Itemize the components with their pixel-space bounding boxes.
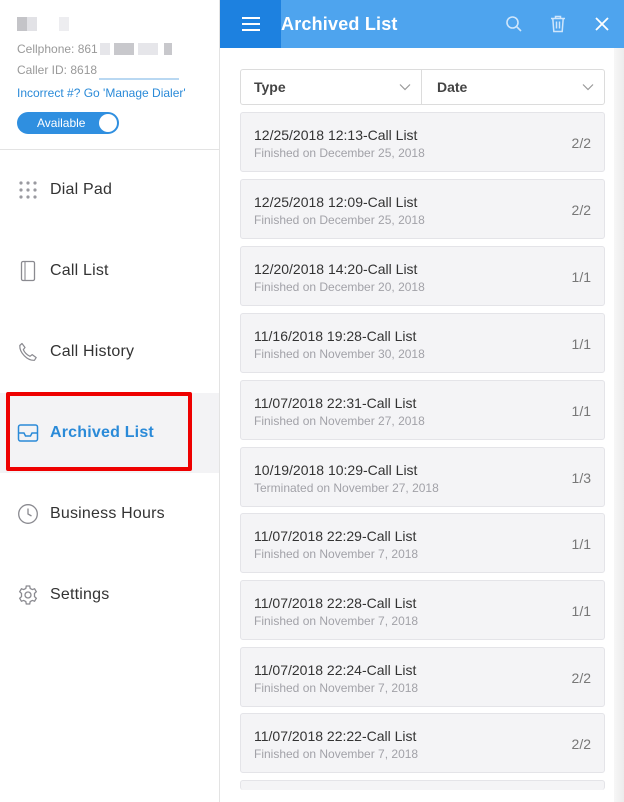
list-item-title: 11/07/2018 22:24-Call List [254,662,417,678]
list-item-count: 2/2 [571,135,591,151]
search-button[interactable] [492,0,536,48]
list-item-subtitle: Finished on December 25, 2018 [254,146,425,160]
app-header: Archived List [220,0,624,48]
archived-list-panel: Type Date 12/25/2018 12:13-Call List Fin… [220,48,624,802]
toggle-knob [99,114,117,132]
availability-label: Available [37,116,86,130]
nav-label: Business Hours [50,505,165,522]
clock-icon [17,503,39,525]
nav-label: Call History [50,343,135,360]
list-item-subtitle: Terminated on November 27, 2018 [254,481,439,495]
list-item[interactable]: 12/25/2018 12:13-Call List Finished on D… [240,112,605,172]
gear-icon [17,584,39,606]
list-item-subtitle: Finished on December 25, 2018 [254,213,425,227]
avatar [17,17,219,31]
list-item-title: 11/07/2018 22:31-Call List [254,395,417,411]
list-item-title: 11/07/2018 22:29-Call List [254,528,417,544]
nav-label: Archived List [50,424,154,441]
caller-id-text: Caller ID: 8618 [17,63,219,80]
list-item-title: 12/25/2018 12:09-Call List [254,194,418,210]
list-item-title: 11/16/2018 19:28-Call List [254,328,417,344]
nav-label: Settings [50,586,110,603]
list-item-title: 12/20/2018 14:20-Call List [254,261,418,277]
list-item-count: 2/2 [571,736,591,752]
nav-item-archived-list[interactable]: Archived List [0,393,219,473]
filter-bar: Type Date [240,69,605,105]
list-item-count: 1/3 [571,470,591,486]
trash-icon [551,15,565,33]
list-item-count: 1/1 [571,536,591,552]
list-item[interactable] [240,780,605,790]
chevron-down-icon [399,84,411,91]
availability-toggle[interactable]: Available [17,112,119,134]
nav-label: Call List [50,262,109,279]
type-filter-dropdown[interactable]: Type [241,70,421,104]
menu-icon [241,17,260,31]
dial-pad-icon [17,179,39,201]
list-item[interactable]: 11/07/2018 22:31-Call List Finished on N… [240,380,605,440]
chevron-down-icon [582,84,594,91]
list-item-subtitle: Finished on November 30, 2018 [254,347,425,361]
list-item[interactable]: 11/07/2018 22:22-Call List Finished on N… [240,713,605,773]
nav-item-call-list[interactable]: Call List [0,231,219,311]
list-item-title: 11/07/2018 22:28-Call List [254,595,417,611]
list-item-count: 2/2 [571,670,591,686]
list-item-title: 12/25/2018 12:13-Call List [254,127,418,143]
manage-dialer-link[interactable]: Incorrect #? Go 'Manage Dialer' [17,86,219,101]
list-item-subtitle: Finished on November 27, 2018 [254,414,425,428]
nav-item-call-history[interactable]: Call History [0,312,219,392]
list-item-title: 10/19/2018 10:29-Call List [254,462,418,478]
menu-button[interactable] [220,0,281,48]
list-item-count: 1/1 [571,403,591,419]
list-item[interactable]: 12/20/2018 14:20-Call List Finished on D… [240,246,605,306]
call-list-icon [17,260,39,282]
list-item-title: 11/07/2018 22:22-Call List [254,728,417,744]
nav-item-business-hours[interactable]: Business Hours [0,474,219,554]
list-item-subtitle: Finished on November 7, 2018 [254,747,419,761]
phone-icon [17,341,39,363]
delete-button[interactable] [536,0,580,48]
nav-item-dial-pad[interactable]: Dial Pad [0,150,219,230]
nav-label: Dial Pad [50,181,113,198]
list-item-subtitle: Finished on December 20, 2018 [254,280,425,294]
type-filter-label: Type [254,79,286,95]
search-icon [506,16,522,32]
list-item-subtitle: Finished on November 7, 2018 [254,681,419,695]
scrollbar[interactable] [614,48,624,802]
list-item-count: 1/1 [571,269,591,285]
list-item[interactable]: 11/07/2018 22:28-Call List Finished on N… [240,580,605,640]
user-profile: Cellphone: 861 Caller ID: 8618 Incorrect… [0,0,219,150]
sidebar: Cellphone: 861 Caller ID: 8618 Incorrect… [0,0,220,802]
list-item-subtitle: Finished on November 7, 2018 [254,547,419,561]
list-item[interactable]: 12/25/2018 12:09-Call List Finished on D… [240,179,605,239]
date-filter-label: Date [437,79,468,95]
list-item[interactable]: 10/19/2018 10:29-Call List Terminated on… [240,447,605,507]
close-icon [595,17,609,31]
list-item-subtitle: Finished on November 7, 2018 [254,614,419,628]
list-item[interactable]: 11/16/2018 19:28-Call List Finished on N… [240,313,605,373]
nav-item-settings[interactable]: Settings [0,555,219,635]
list-item[interactable]: 11/07/2018 22:29-Call List Finished on N… [240,513,605,573]
date-filter-dropdown[interactable]: Date [421,70,604,104]
list-item-count: 1/1 [571,603,591,619]
close-button[interactable] [580,0,624,48]
page-title: Archived List [281,13,398,34]
cellphone-text: Cellphone: 861 [17,42,219,57]
inbox-icon [17,422,39,444]
list-item-count: 2/2 [571,202,591,218]
list-item-count: 1/1 [571,336,591,352]
list-item[interactable]: 11/07/2018 22:24-Call List Finished on N… [240,647,605,707]
